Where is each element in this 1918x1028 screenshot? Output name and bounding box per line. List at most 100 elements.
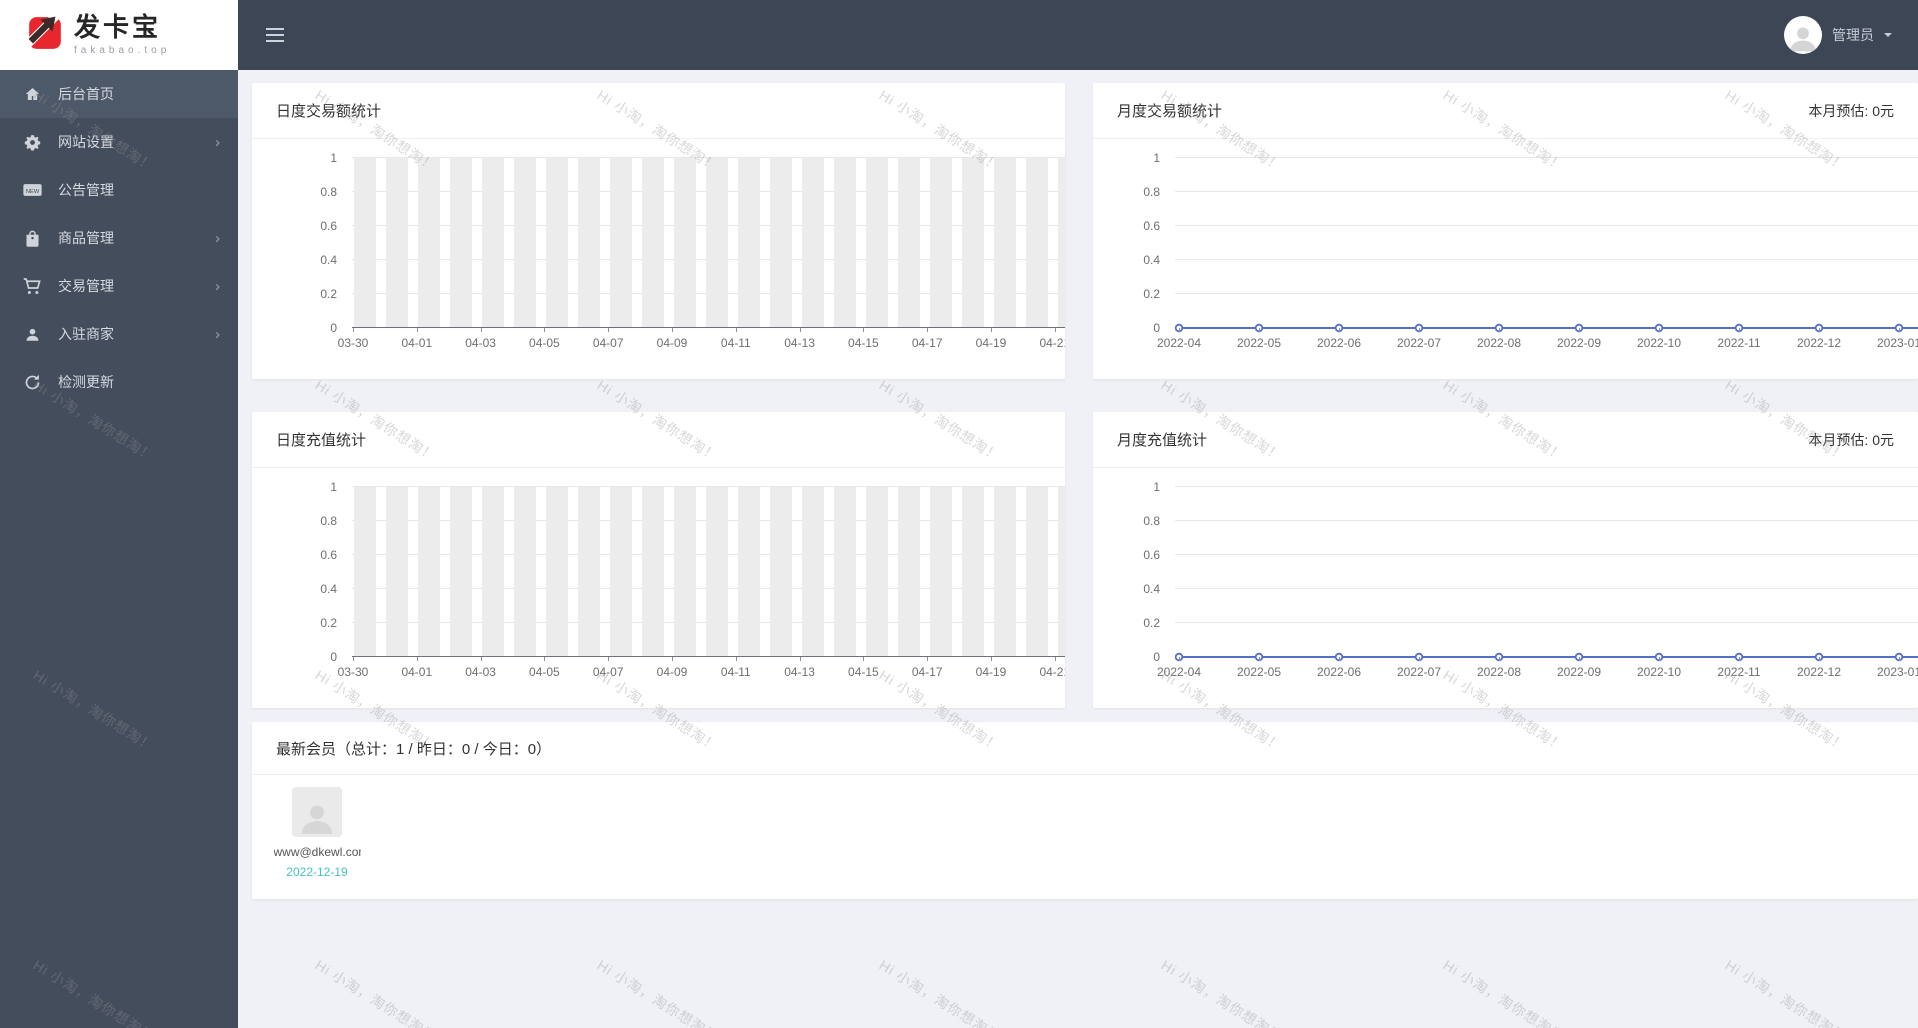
- x-axis-tick: [608, 328, 610, 332]
- gridline: [1175, 554, 1918, 555]
- x-axis-tick-label: 04-07: [592, 336, 624, 350]
- x-axis-tick-label: 04-19: [975, 336, 1007, 350]
- sidebar-item-trade[interactable]: 交易管理 ›: [0, 262, 238, 310]
- x-axis-tick: [1499, 328, 1500, 332]
- line-series: [1175, 652, 1918, 662]
- monthly-trade-chart: 0 0.2 0.4 0.6 0.8 1 2022-04 2022-05 2022-06 2022-…: [1143, 151, 1918, 350]
- sidebar-item-label: 入驻商家: [58, 326, 114, 342]
- sidebar-item-goods[interactable]: 商品管理 ›: [0, 214, 238, 262]
- x-axis-tick-label: 04-17: [911, 665, 943, 679]
- x-axis-tick: [991, 657, 992, 661]
- x-axis-tick-label: 04-17: [911, 336, 943, 350]
- x-axis-tick: [799, 328, 801, 332]
- sidebar-item-home[interactable]: 后台首页: [0, 70, 238, 118]
- sidebar-nav: 后台首页 网站设置 › NEW 公告管理 商品管理 › 交易管理 › 入驻商家 › 检测更新: [0, 70, 238, 406]
- admin-dashboard-page: 发卡宝 fakabao.top 管理员 后台首页 网站设置 › NEW 公告管理 商品管理…: [0, 0, 1918, 1028]
- chart-title: 月度交易额统计: [1117, 103, 1223, 120]
- hamburger-icon[interactable]: [266, 28, 284, 42]
- x-axis-tick: [1259, 328, 1260, 332]
- bar-background-bands: [354, 487, 1065, 657]
- x-axis-tick: [735, 328, 737, 332]
- x-axis-tick-label: 2022-04: [1156, 665, 1202, 679]
- y-axis-tick-label: 0: [330, 321, 337, 335]
- x-axis-tick-label: 04-11: [720, 665, 751, 679]
- x-axis-tick: [1054, 657, 1056, 661]
- y-axis-tick-label: 0.8: [320, 185, 337, 199]
- y-axis-tick-label: 0.4: [320, 582, 337, 596]
- sidebar-item-merchants[interactable]: 入驻商家 ›: [0, 310, 238, 358]
- x-axis-tick: [416, 328, 418, 332]
- y-axis-tick-label: 1: [330, 480, 337, 494]
- x-axis-tick-label: 2022-04: [1156, 336, 1202, 350]
- logo-title: 发卡宝: [74, 12, 162, 42]
- x-axis-tick-label: 04-19: [975, 665, 1007, 679]
- chevron-down-icon: [1884, 33, 1892, 41]
- user-menu[interactable]: 管理员: [1784, 16, 1892, 54]
- x-axis-tick: [1739, 657, 1740, 661]
- y-axis-tick-label: 0.6: [1143, 219, 1160, 233]
- y-axis-tick-label: 0.6: [1143, 548, 1160, 562]
- gridline: [1175, 520, 1918, 521]
- monthly-recharge-chart-card: 月度充值统计 本月预估: 0元 0 0.2 0.4 0.6 0.8 1 2022-04 202…: [1093, 412, 1918, 708]
- sidebar-item-label: 公告管理: [58, 182, 114, 198]
- watermark-text: Hi 小淘，淘你想淘！: [312, 956, 440, 1028]
- x-axis-tick: [1339, 328, 1340, 332]
- x-axis-tick-label: 04-03: [465, 336, 496, 350]
- username-label: 管理员: [1832, 27, 1874, 43]
- sidebar-item-site-settings[interactable]: 网站设置 ›: [0, 118, 238, 166]
- chevron-right-icon: ›: [215, 277, 220, 295]
- logo-icon: [19, 5, 66, 57]
- sidebar-item-label: 交易管理: [58, 278, 114, 294]
- gridline: [1175, 622, 1918, 623]
- x-axis-tick-label: 04-15: [848, 665, 879, 679]
- x-axis-tick-label: 2022-08: [1476, 336, 1522, 350]
- member-register-date[interactable]: 2022-12-19: [286, 865, 347, 879]
- chart-title: 日度充值统计: [276, 432, 367, 449]
- chevron-right-icon: ›: [215, 133, 220, 151]
- x-axis-tick: [1499, 657, 1500, 661]
- site-logo[interactable]: 发卡宝 fakabao.top: [0, 0, 238, 70]
- watermark-text: Hi 小淘，淘你想淘！: [594, 956, 722, 1028]
- x-axis-tick: [799, 657, 801, 661]
- gridline: [1175, 259, 1918, 260]
- x-axis-tick: [1179, 657, 1180, 661]
- x-axis-tick-label: 03-30: [337, 665, 369, 679]
- member-email: www@dkewl.com: [273, 845, 361, 859]
- x-axis-tick-label: 04-09: [656, 336, 688, 350]
- x-axis-tick-label: 04-15: [848, 336, 879, 350]
- x-axis-tick-label: 04-03: [465, 665, 496, 679]
- charts-row-2: 日度充值统计 0 0.2 0.4 0.6 0.8 1 03-30 04-01 04-03 04-0…: [252, 412, 1918, 708]
- x-axis-tick: [1899, 657, 1900, 661]
- y-axis-tick-label: 0.2: [320, 616, 337, 630]
- x-axis-tick: [1259, 657, 1260, 661]
- user-avatar: [1784, 16, 1822, 54]
- x-axis-tick: [991, 328, 992, 332]
- x-axis-tick: [544, 657, 546, 661]
- x-axis-tick: [1659, 328, 1660, 332]
- y-axis-tick-label: 1: [330, 151, 337, 165]
- x-axis-tick-label: 04-07: [592, 665, 624, 679]
- x-axis-tick-label: 04-01: [401, 336, 433, 350]
- x-axis-tick-label: 2022-10: [1636, 336, 1682, 350]
- x-axis-line: [352, 656, 1065, 657]
- x-axis-tick-label: 2022-09: [1556, 665, 1602, 679]
- chart-title: 日度交易额统计: [276, 103, 382, 120]
- x-axis-tick: [416, 657, 418, 661]
- member-avatar: [292, 787, 342, 837]
- watermark-text: Hi 小淘，淘你想淘！: [1440, 956, 1568, 1028]
- x-axis-tick-label: 2022-11: [1717, 336, 1761, 350]
- daily-trade-chart: 0 0.2 0.4 0.6 0.8 1 03-30 04-01 04-03 04-05 04-07 0…: [320, 151, 1065, 350]
- y-axis-tick-label: 0.2: [1143, 287, 1160, 301]
- x-axis-tick: [1054, 328, 1056, 332]
- x-axis-tick: [1339, 657, 1340, 661]
- y-axis-tick-label: 0: [330, 650, 337, 664]
- x-axis-tick-label: 2023-01: [1876, 336, 1918, 350]
- monthly-trade-chart-card: 月度交易额统计 本月预估: 0元 0 0.2 0.4 0.6 0.8 1 2022-04 20…: [1093, 83, 1918, 379]
- y-axis-tick-label: 1: [1153, 480, 1160, 494]
- sidebar-item-announcements[interactable]: NEW 公告管理: [0, 166, 238, 214]
- bar-background-bands: [354, 158, 1065, 328]
- sidebar-item-update[interactable]: 检测更新: [0, 358, 238, 406]
- x-axis-tick-label: 2022-12: [1796, 665, 1842, 679]
- merchant-icon: [22, 327, 42, 342]
- monthly-recharge-chart: 0 0.2 0.4 0.6 0.8 1 2022-04 2022-05 2022-06 2022-…: [1143, 480, 1918, 679]
